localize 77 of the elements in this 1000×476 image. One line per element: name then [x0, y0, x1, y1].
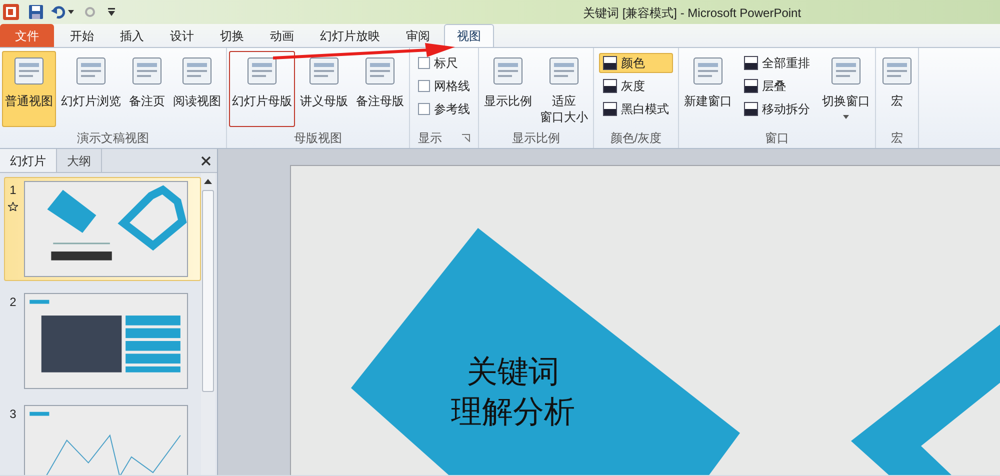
- panel-tab[interactable]: 幻灯片: [0, 149, 57, 172]
- view-icon: [492, 55, 524, 87]
- customize-toolbar-icon[interactable]: [108, 8, 115, 16]
- view-icon: [13, 55, 45, 87]
- ribbon-tab[interactable]: 审阅: [394, 24, 442, 47]
- view-icon: [548, 55, 580, 87]
- small-view-icon: [744, 102, 758, 116]
- animation-star-icon: [8, 202, 18, 211]
- slide-number: 2: [10, 294, 16, 311]
- group-label: 窗口: [765, 130, 789, 147]
- window-title: 关键词 [兼容模式] - Microsoft PowerPoint: [583, 5, 802, 22]
- ribbon-button[interactable]: 备注页: [126, 51, 168, 127]
- ribbon-tab[interactable]: 插入: [108, 24, 156, 47]
- app-logo-icon: [3, 4, 19, 20]
- slide-title-line: 关键词: [466, 353, 560, 392]
- slide-number: 3: [10, 406, 16, 423]
- view-icon: [75, 55, 107, 87]
- undo-icon[interactable]: [51, 5, 65, 19]
- checkbox[interactable]: 网格线: [415, 76, 473, 96]
- small-view-icon: [603, 56, 617, 70]
- group-label: 显示: [418, 130, 442, 147]
- slide-thumbnail-row[interactable]: 2: [4, 289, 201, 393]
- ribbon-button[interactable]: 移动拆分: [740, 99, 814, 119]
- group-label: 演示文稿视图: [77, 130, 149, 147]
- ribbon-tab[interactable]: 开始: [58, 24, 106, 47]
- ribbon-button[interactable]: 黑白模式: [599, 99, 673, 119]
- view-icon: [246, 55, 278, 87]
- view-icon: [181, 55, 213, 87]
- slide-thumbnail-row[interactable]: 1: [4, 177, 201, 281]
- group-label: 显示比例: [512, 130, 560, 147]
- view-icon: [881, 55, 913, 87]
- slide-title-line: 理解分析: [451, 393, 575, 432]
- file-tab[interactable]: 文件: [0, 24, 54, 47]
- small-view-icon: [603, 102, 617, 116]
- view-icon: [364, 55, 396, 87]
- scrollbar-thumb[interactable]: [202, 190, 214, 392]
- view-icon: [131, 55, 163, 87]
- ribbon-button[interactable]: 颜色: [599, 53, 673, 73]
- slide-number: 1: [10, 182, 16, 199]
- ribbon-button[interactable]: 普通视图: [2, 51, 56, 127]
- small-view-icon: [603, 79, 617, 93]
- ribbon-button[interactable]: 全部重排: [740, 53, 814, 73]
- group-label: 颜色/灰度: [610, 130, 662, 147]
- ribbon-button[interactable]: 显示比例: [481, 51, 535, 127]
- scrollbar[interactable]: [201, 173, 215, 475]
- checkbox[interactable]: 参考线: [415, 99, 473, 119]
- ribbon-button[interactable]: 灰度: [599, 76, 673, 96]
- ribbon-tab[interactable]: 设计: [158, 24, 206, 47]
- caret-icon[interactable]: [68, 10, 74, 14]
- ribbon-button[interactable]: 讲义母版: [297, 51, 351, 127]
- ribbon-button[interactable]: 新建窗口: [681, 51, 735, 127]
- checkbox[interactable]: 标尺: [415, 53, 473, 73]
- view-icon: [308, 55, 340, 87]
- close-icon[interactable]: [201, 156, 211, 166]
- ribbon-button[interactable]: 幻灯片浏览: [58, 51, 124, 127]
- group-label: 母版视图: [294, 130, 342, 147]
- ribbon-button[interactable]: 幻灯片母版: [229, 51, 295, 127]
- scroll-up-icon[interactable]: [204, 179, 212, 184]
- ribbon-tab[interactable]: 幻灯片放映: [308, 24, 392, 47]
- ribbon-tab[interactable]: 切换: [208, 24, 256, 47]
- ribbon-tab[interactable]: 视图: [444, 24, 494, 47]
- caret-icon: [843, 115, 849, 119]
- dialog-launcher-icon[interactable]: [462, 134, 470, 142]
- ribbon-button[interactable]: 宏: [878, 51, 916, 127]
- ribbon-button[interactable]: 阅读视图: [170, 51, 224, 127]
- ribbon-button[interactable]: 层叠: [740, 76, 814, 96]
- view-icon: [692, 55, 724, 87]
- slide-thumbnail-row[interactable]: 3: [4, 401, 201, 475]
- group-label: 宏: [891, 130, 903, 147]
- small-view-icon: [744, 79, 758, 93]
- ribbon-button[interactable]: 适应 窗口大小: [537, 51, 591, 127]
- ribbon-button[interactable]: 备注母版: [353, 51, 407, 127]
- save-icon[interactable]: [29, 5, 43, 19]
- ribbon-tab[interactable]: 动画: [258, 24, 306, 47]
- small-view-icon: [744, 56, 758, 70]
- ribbon-button[interactable]: 切换窗口: [819, 51, 873, 127]
- windows-icon: [830, 55, 862, 87]
